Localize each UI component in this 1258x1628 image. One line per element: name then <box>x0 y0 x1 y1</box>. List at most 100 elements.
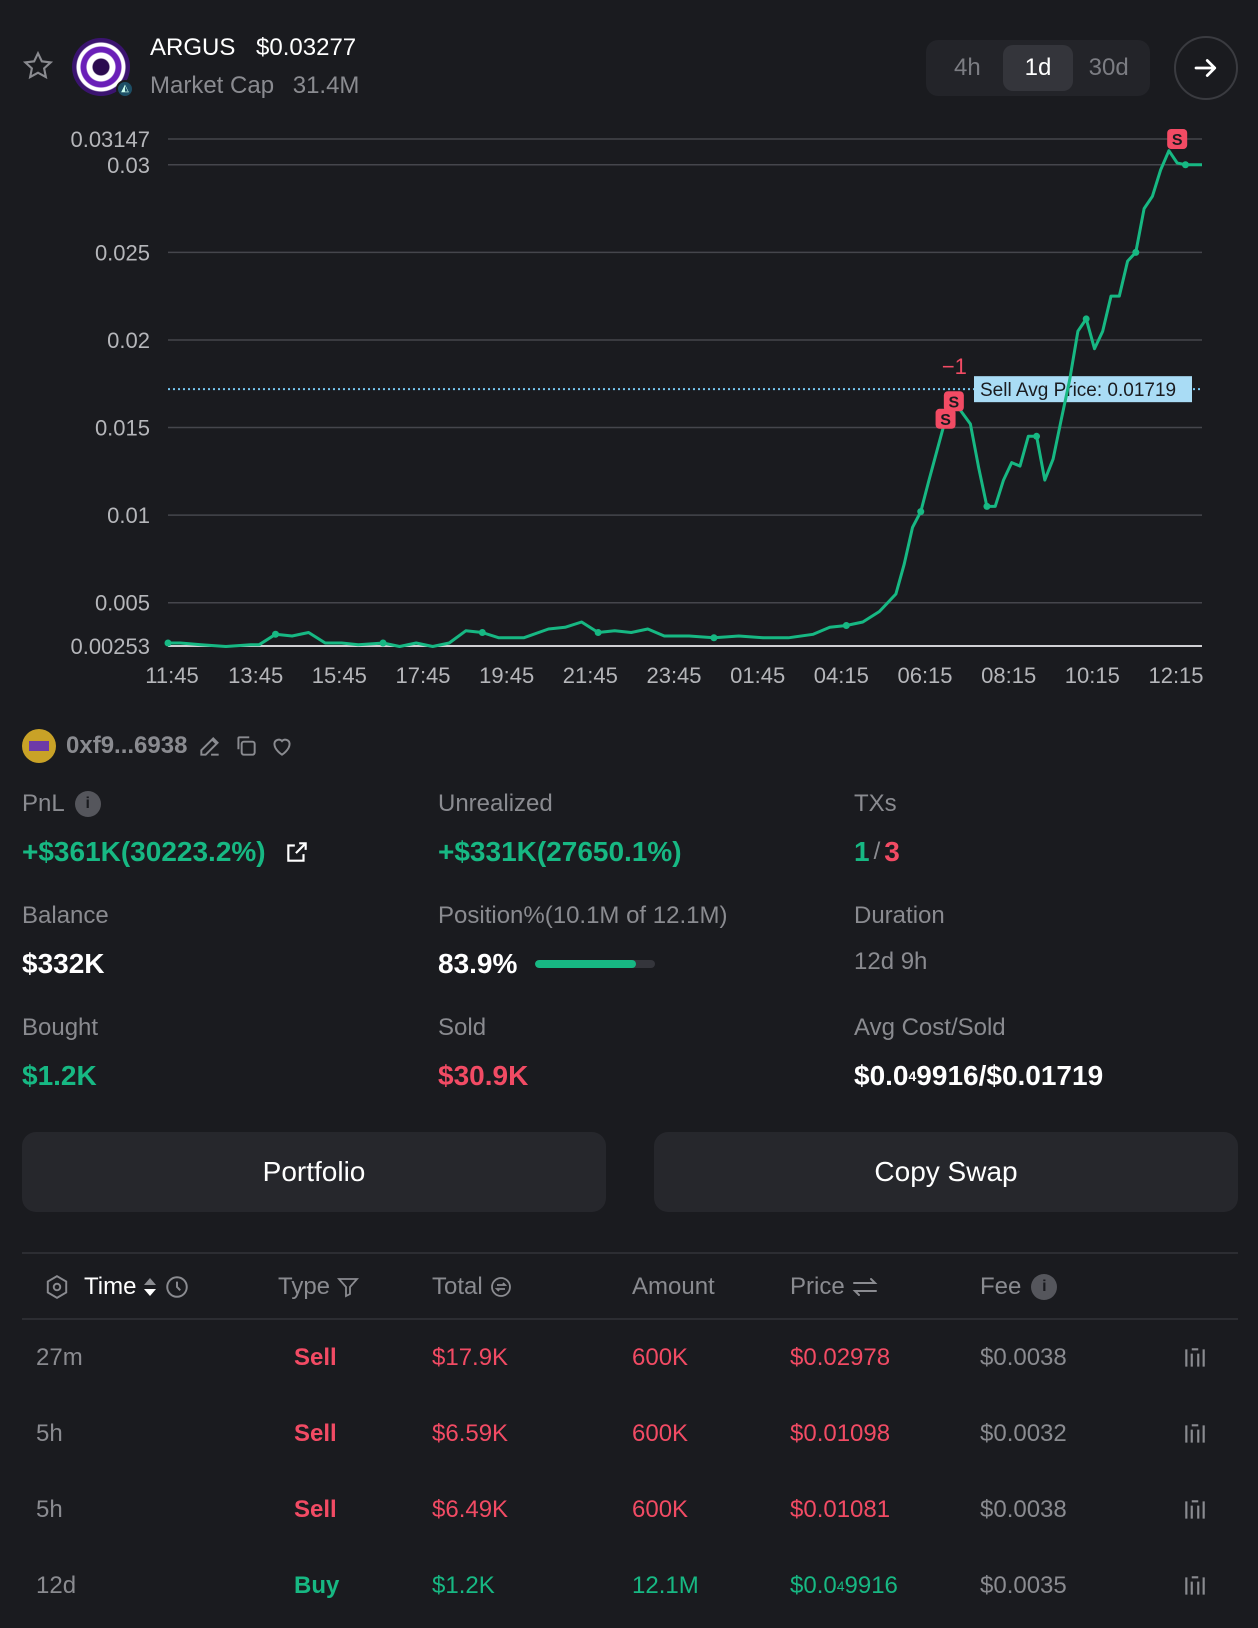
price-chart[interactable]: 0.031470.03 0.025 0.02 0.015 0.01 0.005 0.0025… <box>0 115 1258 695</box>
swap-arrows-icon[interactable] <box>851 1275 879 1299</box>
stat-position: Position%(10.1M of 12.1M) 83.9% <box>438 902 818 980</box>
fee-header-label: Fee <box>980 1273 1022 1300</box>
timeframe-1d[interactable]: 1d <box>1002 45 1074 91</box>
column-amount: Amount <box>632 1254 715 1320</box>
price-point <box>164 639 172 647</box>
row-fee: $0.0032 <box>980 1420 1067 1447</box>
sold-value: $30.9K <box>438 1060 529 1091</box>
position-progress-fill <box>535 960 637 968</box>
row-total: $17.9K <box>432 1344 509 1371</box>
filter-icon[interactable] <box>336 1275 360 1299</box>
row-fee: $0.0038 <box>980 1496 1067 1523</box>
open-token-button[interactable] <box>1174 36 1238 100</box>
copy-icon[interactable] <box>233 733 259 759</box>
price-header-label: Price <box>790 1273 845 1300</box>
transactions-table: Time Type Total Amount Price Fee i 27m S… <box>22 1252 1238 1624</box>
external-link-icon[interactable] <box>284 839 310 865</box>
row-type: Sell <box>294 1344 337 1371</box>
heart-icon[interactable] <box>269 733 295 759</box>
stat-pnl: PnL i +$361K(30223.2%) <box>22 790 402 868</box>
row-fee: $0.0035 <box>980 1572 1067 1599</box>
edit-icon[interactable] <box>197 733 223 759</box>
market-cap-label: Market Cap <box>150 72 275 99</box>
currency-toggle-icon[interactable] <box>489 1275 513 1299</box>
row-fee: $0.0038 <box>980 1344 1067 1371</box>
row-details-button[interactable] <box>1182 1472 1208 1548</box>
y-tick-label: 0.015 <box>95 416 150 441</box>
row-amount: 600K <box>632 1420 689 1447</box>
price-point <box>917 508 925 516</box>
table-row[interactable]: 12d Buy $1.2K 12.1M $0.0 4 9916 $0.0035 <box>22 1548 1238 1624</box>
avg-suffix: 9916/$0.01719 <box>916 1060 1104 1091</box>
row-details-button[interactable] <box>1182 1548 1208 1624</box>
avg-subscript: 4 <box>908 1068 917 1084</box>
row-details-button[interactable] <box>1182 1320 1208 1396</box>
wallet-row: 0xf9...6938 <box>22 728 295 764</box>
x-tick-label: 23:45 <box>646 663 701 688</box>
column-type[interactable]: Type <box>278 1254 360 1320</box>
price-value: $0.01098 <box>790 1420 891 1447</box>
price-subscript: 4 <box>836 1578 845 1594</box>
copy-swap-button[interactable]: Copy Swap <box>654 1132 1238 1212</box>
wallet-address[interactable]: 0xf9...6938 <box>66 732 187 760</box>
pnl-value: +$361K(30223.2%) <box>22 836 266 867</box>
avg-cost-sold-label: Avg Cost/Sold <box>854 1014 1006 1041</box>
balance-value: $332K <box>22 948 105 979</box>
arrow-right-icon <box>1194 59 1217 77</box>
price-point <box>1033 432 1041 440</box>
position-value: 83.9% <box>438 948 518 979</box>
row-price: $0.0 4 9916 <box>790 1548 898 1624</box>
y-tick-label: 0.03147 <box>70 127 150 152</box>
balance-label: Balance <box>22 902 109 929</box>
table-row[interactable]: 5h Sell $6.49K 600K $0.01081 $0.0038 <box>22 1472 1238 1548</box>
price-rest: 9916 <box>844 1572 898 1599</box>
x-tick-label: 21:45 <box>563 663 618 688</box>
stat-duration: Duration 12d 9h <box>854 902 1234 976</box>
info-icon[interactable]: i <box>74 791 101 817</box>
settings-icon[interactable] <box>44 1274 70 1300</box>
wallet-avatar <box>22 729 56 763</box>
x-tick-label: 04:15 <box>814 663 869 688</box>
sell-marker-label: S <box>940 412 951 429</box>
clock-icon[interactable] <box>164 1274 190 1300</box>
row-details-button[interactable] <box>1182 1396 1208 1472</box>
stat-avg-cost-sold: Avg Cost/Sold $0.0 4 9916/$0.01719 <box>854 1014 1234 1092</box>
token-name: ARGUS <box>150 34 236 61</box>
avg-prefix: $0.0 <box>854 1060 909 1091</box>
column-total[interactable]: Total <box>432 1254 513 1320</box>
sort-icon[interactable] <box>142 1275 158 1299</box>
row-price: $0.02978 <box>790 1320 890 1396</box>
table-row[interactable]: 5h Sell $6.59K 600K $0.01098 $0.0032 <box>22 1396 1238 1472</box>
row-time: 5h <box>36 1496 63 1523</box>
unrealized-value: +$331K(27650.1%) <box>438 836 682 867</box>
amount-header-label: Amount <box>632 1273 715 1300</box>
y-tick-label: 0.02 <box>107 328 150 353</box>
row-type: Sell <box>294 1420 337 1447</box>
timeframe-30d[interactable]: 30d <box>1073 45 1144 91</box>
total-header-label: Total <box>432 1273 483 1300</box>
stat-balance: Balance $332K <box>22 902 402 980</box>
chain-badge-icon: ◭ <box>116 80 134 98</box>
position-label: Position%(10.1M of 12.1M) <box>438 902 728 929</box>
stat-unrealized: Unrealized +$331K(27650.1%) <box>438 790 818 868</box>
star-icon[interactable] <box>22 50 54 82</box>
price-point <box>478 629 486 637</box>
market-cap-value: 31.4M <box>292 72 360 99</box>
column-time[interactable]: Time <box>38 1254 190 1320</box>
column-price[interactable]: Price <box>790 1254 879 1320</box>
info-icon[interactable]: i <box>1031 1274 1058 1300</box>
timeframe-4h[interactable]: 4h <box>932 45 1003 91</box>
y-tick-label: 0.01 <box>107 503 150 528</box>
price-point <box>272 630 280 638</box>
type-header-label: Type <box>278 1273 331 1300</box>
pnl-label: PnL <box>22 790 65 817</box>
token-price: $0.03277 <box>256 34 357 61</box>
position-progress-bar <box>535 960 656 968</box>
portfolio-button[interactable]: Portfolio <box>22 1132 606 1212</box>
price-point <box>1132 248 1140 256</box>
time-header-label: Time <box>84 1273 137 1300</box>
table-row[interactable]: 27m Sell $17.9K 600K $0.02978 $0.0038 <box>22 1320 1238 1396</box>
stat-sold: Sold $30.9K <box>438 1014 818 1092</box>
price-point <box>594 629 602 637</box>
explorer-icon <box>1185 1424 1205 1443</box>
